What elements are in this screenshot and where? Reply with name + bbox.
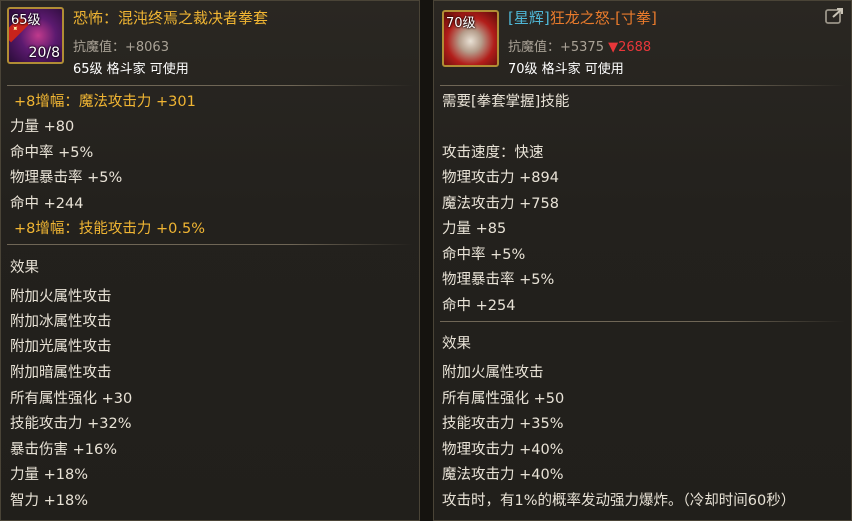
divider [7,85,413,86]
level-badge: 65级 [11,13,41,28]
share-icon[interactable] [825,7,845,25]
effect-line: 附加火属性攻击 [442,365,544,381]
level-badge: 70级 [446,16,476,31]
effect-line: 附加光属性攻击 [10,339,112,355]
item-header: 70级 [星辉]狂龙之怒-[寸拳] 抗魔值：+5375 ▼2688 70级 格斗… [434,1,851,83]
item-title: [星辉]狂龙之怒-[寸拳] [508,7,657,28]
stat-line: 力量 +85 [442,221,507,237]
item-title: 恐怖：混沌终焉之裁决者拳套 [73,9,269,27]
magic-resist: 抗魔值：+5375 ▼2688 [508,36,651,55]
effect-line: 技能攻击力 +35% [442,416,564,432]
effect-line: 魔法攻击力 +40% [442,467,564,483]
title-prefix: [星辉] [508,9,550,27]
item-tooltip-left: ✦ 65级 20/8 恐怖：混沌终焉之裁决者拳套 抗魔值：+8063 65级 格… [0,0,420,521]
stat-line: 命中率 +5% [442,247,526,263]
gauntlet-red-icon[interactable]: 70级 [442,10,499,67]
divider [7,244,413,245]
effect-line: 暴击伤害 +16% [10,442,117,458]
title-main: 狂龙之怒-[寸拳] [549,9,657,27]
effect-line: 附加暗属性攻击 [10,365,112,381]
stack-count: 20/8 [28,45,60,61]
divider [440,321,845,322]
effect-line: 附加冰属性攻击 [10,314,112,330]
effect-line: 智力 +18% [10,493,88,509]
stat-line: 物理暴击率 +5% [442,272,555,288]
effect-line: 技能攻击力 +32% [10,416,132,432]
effect-line: 攻击时，有1%的概率发动强力爆炸。（冷却时间60秒） [442,493,796,509]
magic-resist: 抗魔值：+8063 [73,40,169,55]
effect-label: 效果 [442,336,471,352]
stat-line: 命中 +244 [10,196,84,212]
effect-line: 力量 +18% [10,467,88,483]
stat-line: 魔法攻击力 +758 [442,196,559,212]
effect-label: 效果 [10,260,39,276]
item-tooltip-right: 70级 [星辉]狂龙之怒-[寸拳] 抗魔值：+5375 ▼2688 70级 格斗… [433,0,852,521]
stat-line: 命中 +254 [442,298,516,314]
resist-value: 抗魔值：+5375 [508,40,604,55]
stat-line: 命中率 +5% [10,145,94,161]
usage-requirement: 70级 格斗家 可使用 [508,62,624,77]
stat-line: 力量 +80 [10,119,75,135]
amplify-line: +8增幅：魔法攻击力 +301 [14,94,196,110]
requirement-line: 需要[拳套掌握]技能 [442,94,570,110]
stat-line: 攻击速度：快速 [442,145,544,161]
effect-line: 附加火属性攻击 [10,289,112,305]
stat-line: 物理攻击力 +894 [442,170,559,186]
divider [440,85,845,86]
amplify-line: +8增幅：技能攻击力 +0.5% [14,221,205,237]
stat-line: 物理暴击率 +5% [10,170,123,186]
usage-requirement: 65级 格斗家 可使用 [73,62,189,77]
gauntlet-purple-icon[interactable]: ✦ 65级 20/8 [7,7,64,64]
effect-line: 所有属性强化 +30 [10,391,133,407]
resist-diff: ▼2688 [608,40,652,55]
effect-line: 所有属性强化 +50 [442,391,565,407]
effect-line: 物理攻击力 +40% [442,442,564,458]
item-header: ✦ 65级 20/8 恐怖：混沌终焉之裁决者拳套 抗魔值：+8063 65级 格… [1,1,419,83]
